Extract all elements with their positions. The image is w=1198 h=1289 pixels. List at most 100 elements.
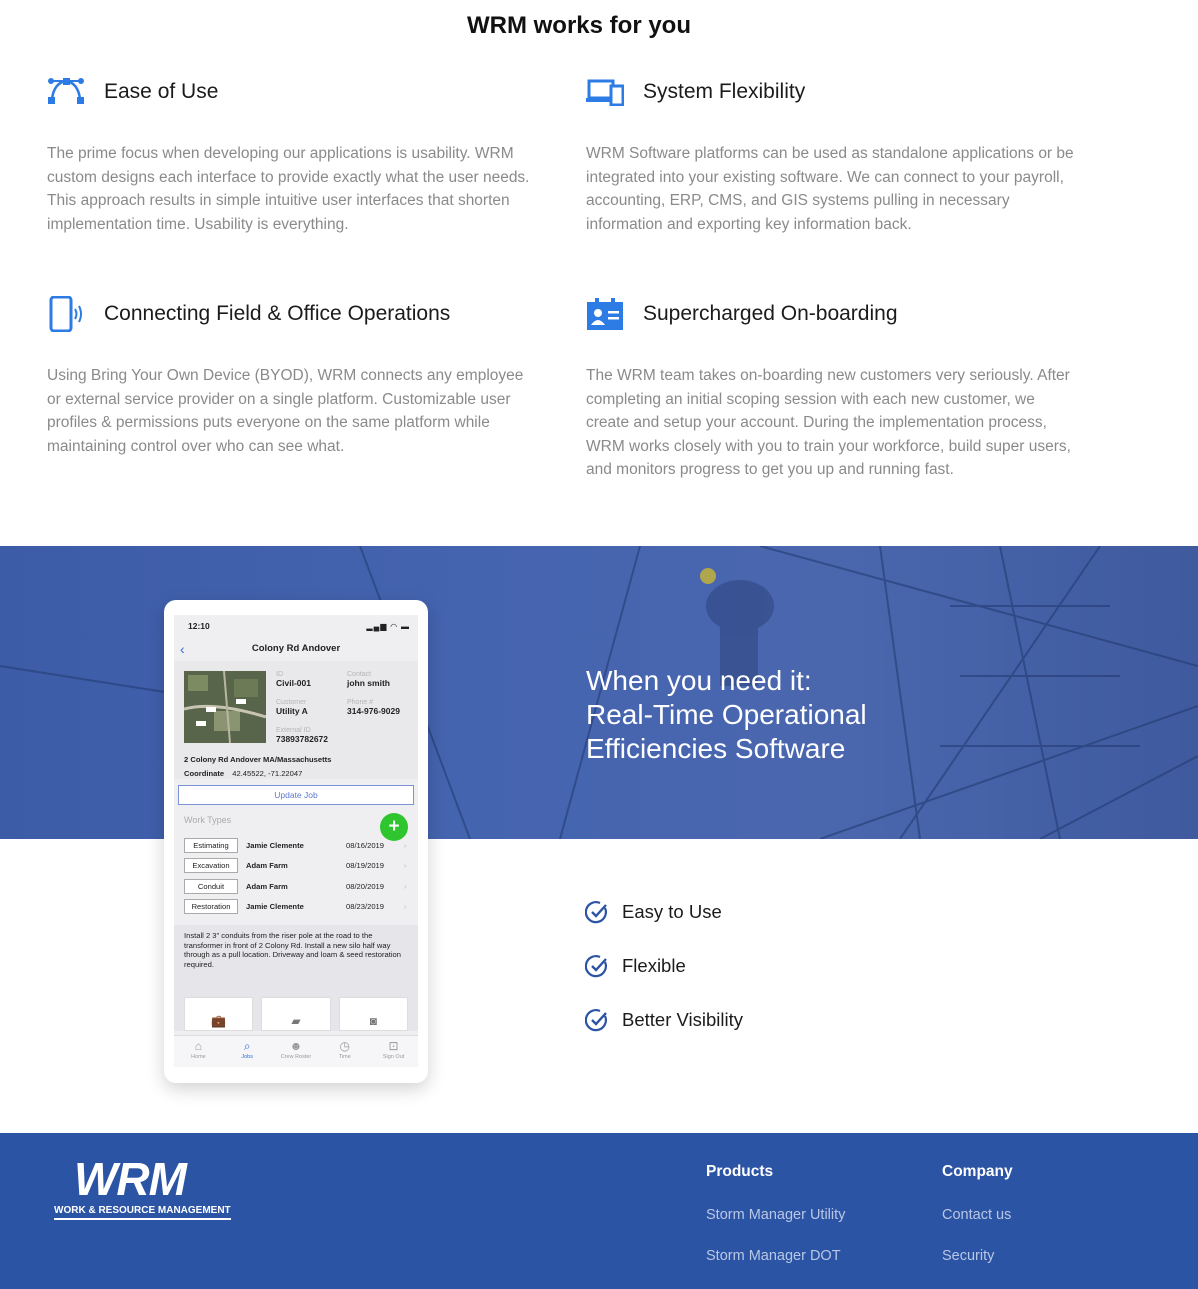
job-coordinate: Coordinate 42.45522, -71.22047 — [184, 769, 302, 778]
tab-home[interactable]: ⌂ Home — [174, 1036, 223, 1067]
footer: WRM WORK & RESOURCE MANAGEMENT Products … — [0, 1133, 1198, 1289]
check-circle-icon — [585, 901, 607, 924]
add-work-type-button[interactable]: + — [380, 813, 408, 841]
tab-label: Jobs — [241, 1054, 253, 1060]
chevron-right-icon: › — [404, 902, 407, 912]
benefit-label: Flexible — [622, 955, 686, 976]
banner-line-1: When you need it: — [586, 665, 812, 696]
logo-tagline: WORK & RESOURCE MANAGEMENT — [54, 1205, 231, 1220]
work-type-assignee: Adam Farm — [246, 861, 288, 871]
phone-mockup: 12:10 ▂▄▆ ◠ ▬ ‹ Colony Rd Andover ID Civ… — [164, 600, 428, 1083]
list-item: Flexible — [585, 939, 743, 993]
notebook-icon: ▰ — [291, 1014, 301, 1028]
table-row[interactable]: Restoration Jamie Clemente 08/23/2019 › — [174, 897, 418, 918]
banner-line-2: Real-Time Operational — [586, 699, 867, 730]
feature-ease-of-use: Ease of Use The prime focus when develop… — [47, 72, 547, 236]
section-title: WRM works for you — [466, 12, 691, 39]
feature-supercharged-onboarding: Supercharged On-boarding The WRM team ta… — [586, 294, 1086, 482]
chevron-right-icon: › — [404, 840, 407, 850]
external-id-value: 73893782672 — [276, 734, 329, 744]
benefit-label: Easy to Use — [622, 901, 722, 922]
coordinate-label: Coordinate — [184, 769, 225, 778]
contact-value: john smith — [347, 678, 390, 688]
tab-label: Crew Roster — [280, 1054, 312, 1060]
coordinate-value: 42.45522, -71.22047 — [232, 769, 303, 778]
work-type-assignee: Jamie Clemente — [246, 902, 304, 912]
company-heading: Company — [942, 1163, 1013, 1180]
banner-line-3: Efficiencies Software — [586, 733, 846, 764]
status-time: 12:10 — [188, 621, 210, 631]
chevron-right-icon: › — [404, 861, 407, 871]
footer-products: Products Storm Manager Utility Storm Man… — [706, 1163, 845, 1264]
footer-link-contact-us[interactable]: Contact us — [942, 1207, 1013, 1223]
job-card: ID Civil-001 Contact john smith Customer… — [174, 661, 418, 779]
table-row[interactable]: Excavation Adam Farm 08/19/2019 › — [174, 856, 418, 877]
job-map-thumbnail[interactable] — [184, 671, 266, 743]
list-item: Easy to Use — [585, 885, 743, 939]
phone-title: Colony Rd Andover — [251, 643, 341, 654]
work-type-tag: Conduit — [184, 878, 238, 894]
devices-icon — [586, 73, 624, 111]
chevron-right-icon: › — [404, 881, 407, 891]
phone-screen: 12:10 ▂▄▆ ◠ ▬ ‹ Colony Rd Andover ID Civ… — [174, 615, 418, 1067]
logo-wordmark: WRM — [74, 1153, 187, 1205]
work-type-date: 08/23/2019 — [346, 902, 385, 912]
feature-text: The prime focus when developing our appl… — [47, 145, 530, 233]
work-type-date: 08/20/2019 — [346, 881, 385, 891]
table-row[interactable]: Estimating Jamie Clemente 08/16/2019 › — [174, 835, 418, 856]
status-bar: 12:10 ▂▄▆ ◠ ▬ — [174, 615, 418, 637]
list-item: Better Visibility — [585, 993, 743, 1047]
feature-text: The WRM team takes on-boarding new custo… — [586, 367, 1071, 478]
banner-headline: When you need it: Real-Time Operational … — [586, 664, 867, 766]
camera-tile[interactable]: ◙ — [338, 997, 408, 1031]
tab-jobs[interactable]: ⌕ Jobs — [223, 1036, 272, 1067]
back-chevron-icon[interactable]: ‹ — [180, 637, 185, 661]
unlock-icon: ⊡ — [388, 1039, 399, 1053]
work-type-tag: Restoration — [184, 899, 238, 915]
tab-crew-roster[interactable]: ☻ Crew Roster — [272, 1036, 321, 1067]
briefcase-icon: 💼 — [211, 1014, 227, 1028]
mobile-signal-icon — [47, 295, 85, 333]
tab-sign-out[interactable]: ⊡ Sign Out — [369, 1036, 418, 1067]
tab-label: Sign Out — [382, 1054, 405, 1060]
home-icon: ⌂ — [194, 1039, 203, 1053]
job-notes: Install 2 3" conduits from the riser pol… — [174, 925, 418, 989]
briefcase-tile[interactable]: 💼 — [184, 997, 254, 1031]
external-id-label: External ID — [276, 727, 311, 734]
work-type-assignee: Adam Farm — [246, 881, 288, 891]
group-icon: ☻ — [289, 1039, 303, 1053]
work-type-tag: Excavation — [184, 858, 238, 874]
search-icon: ⌕ — [243, 1039, 251, 1053]
tab-time[interactable]: ◷ Time — [320, 1036, 369, 1067]
customer-label: Customer — [276, 699, 307, 706]
work-type-tag: Estimating — [184, 837, 238, 853]
feature-connecting-field-office: Connecting Field & Office Operations Usi… — [47, 294, 547, 458]
footer-link-security[interactable]: Security — [942, 1248, 1013, 1264]
customer-value: Utility A — [276, 706, 308, 716]
id-label: ID — [276, 671, 283, 678]
footer-company: Company Contact us Security — [942, 1163, 1013, 1264]
phone-navbar: ‹ Colony Rd Andover — [174, 637, 418, 661]
wrm-logo[interactable]: WRM WORK & RESOURCE MANAGEMENT — [54, 1153, 238, 1220]
clock-icon: ◷ — [339, 1039, 351, 1053]
work-types-header: Work Types + — [174, 805, 418, 841]
footer-link-storm-manager-utility[interactable]: Storm Manager Utility — [706, 1207, 845, 1223]
check-circle-icon — [585, 955, 607, 978]
table-row[interactable]: Conduit Adam Farm 08/20/2019 › — [174, 876, 418, 897]
work-types-label: Work Types — [184, 815, 232, 825]
work-type-date: 08/19/2019 — [346, 861, 385, 871]
update-job-button[interactable]: Update Job — [178, 785, 414, 805]
benefit-label: Better Visibility — [622, 1009, 743, 1030]
phone-value: 314-976-9029 — [347, 706, 400, 716]
feature-title: Supercharged On-boarding — [643, 302, 898, 325]
footer-link-storm-manager-dot[interactable]: Storm Manager DOT — [706, 1248, 845, 1264]
notebook-tile[interactable]: ▰ — [261, 997, 331, 1031]
feature-text: Using Bring Your Own Device (BYOD), WRM … — [47, 367, 524, 455]
feature-title: System Flexibility — [643, 80, 806, 103]
contact-label: Contact — [347, 671, 372, 678]
check-circle-icon — [585, 1009, 607, 1032]
phone-label: Phone # — [347, 699, 374, 706]
products-heading: Products — [706, 1163, 774, 1180]
job-address: 2 Colony Rd Andover MA/Massachusetts — [184, 755, 332, 764]
work-type-assignee: Jamie Clemente — [246, 840, 304, 850]
